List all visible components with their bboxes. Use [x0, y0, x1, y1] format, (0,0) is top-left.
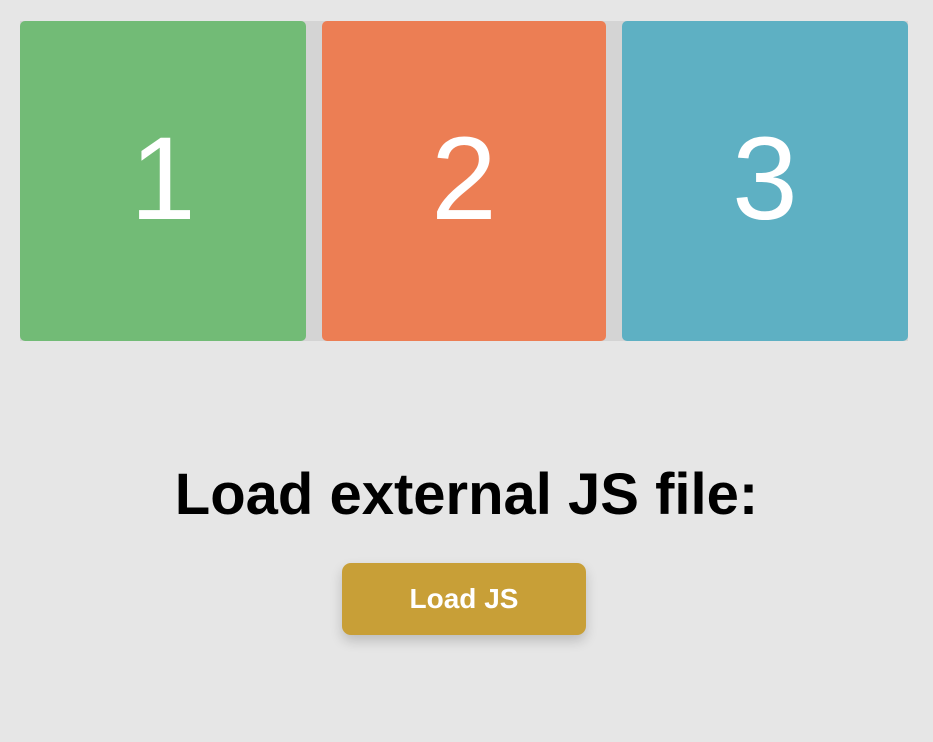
tile-3-label: 3 — [732, 113, 798, 245]
page-heading: Load external JS file: — [174, 462, 759, 527]
tile-1: 1 — [20, 21, 306, 341]
tile-2: 2 — [322, 21, 606, 341]
tile-strip: 1 2 3 — [20, 21, 908, 341]
load-js-button[interactable]: Load JS — [342, 563, 586, 635]
tile-2-label: 2 — [431, 113, 497, 245]
tile-3: 3 — [622, 21, 908, 341]
tile-1-label: 1 — [130, 113, 196, 245]
